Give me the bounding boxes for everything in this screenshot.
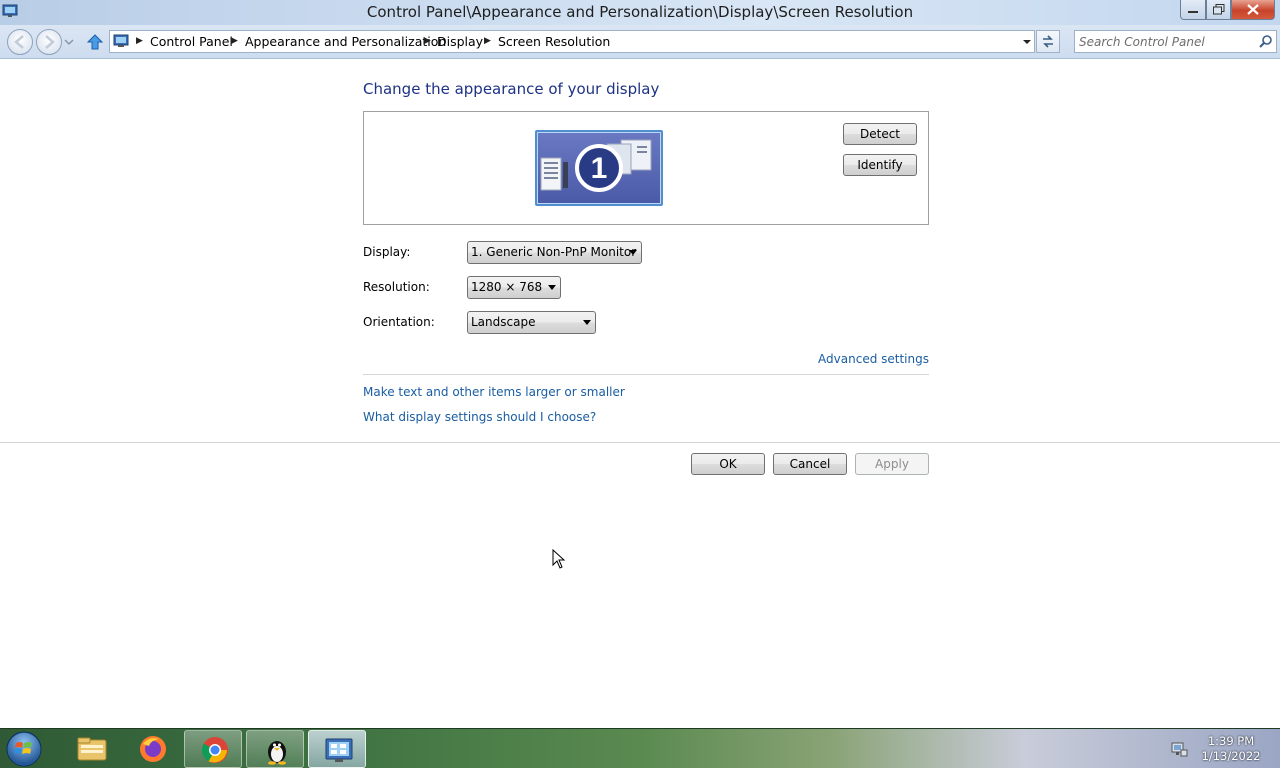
network-tray-icon[interactable] bbox=[1170, 740, 1188, 758]
search-box[interactable] bbox=[1074, 30, 1277, 53]
monitor-1-thumbnail[interactable]: 1 bbox=[535, 130, 663, 206]
start-orb-icon bbox=[6, 731, 42, 767]
window-title: Control Panel\Appearance and Personaliza… bbox=[366, 3, 914, 21]
close-icon bbox=[1247, 4, 1259, 15]
taskbar-chrome[interactable] bbox=[184, 730, 242, 768]
detect-button[interactable]: Detect bbox=[843, 123, 917, 145]
refresh-icon bbox=[1043, 35, 1053, 48]
resolution-select-value: 1280 × 768 bbox=[471, 280, 543, 294]
breadcrumb-appearance[interactable]: Appearance and Personalization bbox=[245, 34, 446, 49]
address-dropdown-icon[interactable] bbox=[1019, 31, 1035, 52]
breadcrumb-separator-icon[interactable]: ▶ bbox=[484, 36, 491, 46]
address-bar[interactable]: ▶ Control Panel ▶ Appearance and Persona… bbox=[109, 30, 1035, 53]
text-size-link[interactable]: Make text and other items larger or smal… bbox=[363, 385, 625, 399]
ok-button[interactable]: OK bbox=[691, 453, 765, 475]
close-button[interactable] bbox=[1231, 0, 1275, 20]
apply-button[interactable]: Apply bbox=[855, 453, 929, 475]
cancel-button[interactable]: Cancel bbox=[773, 453, 847, 475]
page-heading: Change the appearance of your display bbox=[363, 80, 660, 98]
recent-pages-dropdown-icon[interactable] bbox=[64, 37, 74, 47]
display-preview-panel: 1 Detect Identify bbox=[363, 111, 929, 225]
search-icon[interactable] bbox=[1258, 34, 1273, 49]
breadcrumb-screen-resolution[interactable]: Screen Resolution bbox=[498, 34, 610, 49]
mouse-cursor-icon bbox=[552, 549, 566, 569]
advanced-settings-link[interactable]: Advanced settings bbox=[818, 352, 929, 366]
display-select[interactable]: 1. Generic Non-PnP Monitor bbox=[467, 241, 642, 264]
control-panel-location-icon bbox=[113, 34, 129, 47]
control-panel-icon bbox=[325, 738, 353, 762]
taskbar-firefox[interactable] bbox=[123, 730, 181, 768]
start-button[interactable] bbox=[3, 730, 45, 768]
forward-arrow-icon bbox=[45, 35, 55, 49]
navigation-bar: ▶ Control Panel ▶ Appearance and Persona… bbox=[0, 25, 1280, 59]
back-arrow-icon bbox=[14, 35, 24, 49]
footer-divider bbox=[0, 442, 1280, 443]
section-divider bbox=[363, 374, 929, 375]
taskbar-file-explorer[interactable] bbox=[62, 730, 120, 768]
display-help-link[interactable]: What display settings should I choose? bbox=[363, 410, 596, 424]
linux-tux-icon bbox=[268, 741, 286, 765]
breadcrumb-separator-icon[interactable]: ▶ bbox=[136, 36, 143, 46]
taskbar: 1:39 PM 1/13/2022 bbox=[0, 728, 1280, 768]
resolution-select[interactable]: 1280 × 768 bbox=[467, 276, 561, 299]
breadcrumb-separator-icon[interactable]: ▶ bbox=[231, 36, 238, 46]
refresh-button[interactable] bbox=[1036, 30, 1060, 53]
display-label: Display: bbox=[363, 245, 411, 259]
resolution-label: Resolution: bbox=[363, 280, 430, 294]
orientation-label: Orientation: bbox=[363, 315, 435, 329]
clock-time: 1:39 PM bbox=[1207, 734, 1255, 748]
chevron-down-icon bbox=[629, 250, 637, 255]
monitor-preview-icon: 1 bbox=[540, 139, 652, 192]
search-input[interactable] bbox=[1079, 33, 1254, 50]
restore-button[interactable] bbox=[1206, 0, 1231, 20]
restore-icon bbox=[1212, 4, 1224, 15]
chrome-icon bbox=[201, 737, 228, 763]
identify-button[interactable]: Identify bbox=[843, 154, 917, 176]
minimize-icon bbox=[1188, 11, 1198, 13]
breadcrumb-control-panel[interactable]: Control Panel bbox=[150, 34, 233, 49]
breadcrumb-separator-icon[interactable]: ▶ bbox=[424, 36, 431, 46]
system-clock[interactable]: 1:39 PM 1/13/2022 bbox=[1196, 734, 1266, 764]
taskbar-control-panel[interactable] bbox=[308, 730, 366, 768]
chevron-down-icon bbox=[583, 320, 591, 325]
orientation-select[interactable]: Landscape bbox=[467, 311, 596, 334]
display-select-value: 1. Generic Non-PnP Monitor bbox=[471, 245, 637, 259]
taskbar-linux-app[interactable] bbox=[246, 730, 304, 768]
up-level-icon[interactable] bbox=[86, 33, 104, 51]
file-explorer-icon bbox=[77, 737, 107, 761]
firefox-icon bbox=[140, 736, 166, 762]
orientation-select-value: Landscape bbox=[471, 315, 536, 329]
clock-date: 1/13/2022 bbox=[1201, 749, 1261, 763]
monitor-number: 1 bbox=[591, 152, 608, 185]
minimize-button[interactable] bbox=[1180, 0, 1206, 20]
title-bar: Control Panel\Appearance and Personaliza… bbox=[0, 0, 1280, 25]
main-content: Change the appearance of your display 1 … bbox=[0, 60, 1280, 728]
forward-button[interactable] bbox=[36, 29, 62, 55]
back-button[interactable] bbox=[7, 29, 33, 55]
breadcrumb-display[interactable]: Display bbox=[437, 34, 483, 49]
chevron-down-icon bbox=[548, 285, 556, 290]
